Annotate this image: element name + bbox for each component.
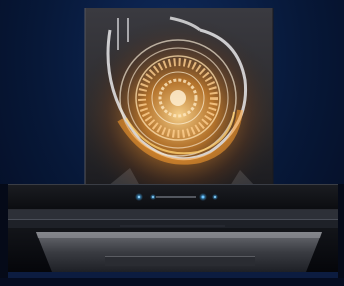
bottom-rim (8, 272, 338, 278)
range-hood-illustration (0, 8, 344, 286)
control-bar (8, 184, 338, 210)
intake-tray (36, 232, 322, 272)
trim-strip (8, 210, 338, 220)
range-hood-scene (0, 0, 344, 286)
